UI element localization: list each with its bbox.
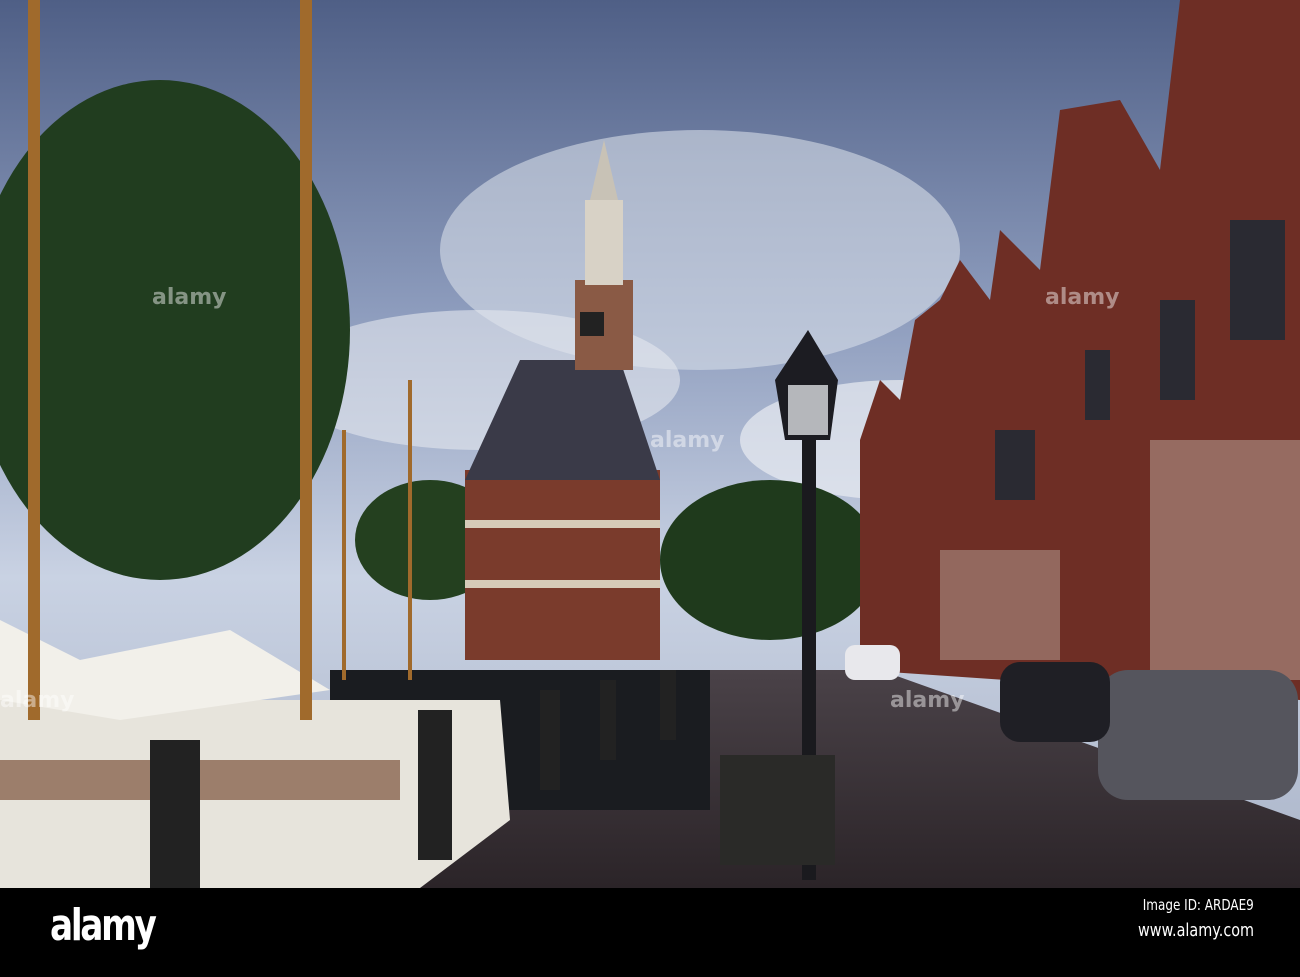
site-url[interactable]: www.alamy.com <box>1138 920 1254 941</box>
watermark: alamy <box>890 688 965 713</box>
car <box>845 645 900 680</box>
stock-photo-page: alamy alamy alamy alamy alamy alamy Imag… <box>0 0 1300 977</box>
watermark: alamy <box>152 285 227 310</box>
car <box>1000 662 1110 742</box>
car <box>1098 670 1298 800</box>
footer-bar: alamy Image ID: ARDAE9 www.alamy.com <box>0 888 1300 977</box>
watermark: alamy <box>0 688 75 713</box>
watermark: alamy <box>1045 285 1120 310</box>
planter-cart <box>720 755 835 865</box>
alamy-logo[interactable]: alamy <box>50 900 157 951</box>
watermark: alamy <box>650 428 725 453</box>
tree <box>660 480 880 640</box>
image-id: Image ID: ARDAE9 <box>1142 896 1254 914</box>
